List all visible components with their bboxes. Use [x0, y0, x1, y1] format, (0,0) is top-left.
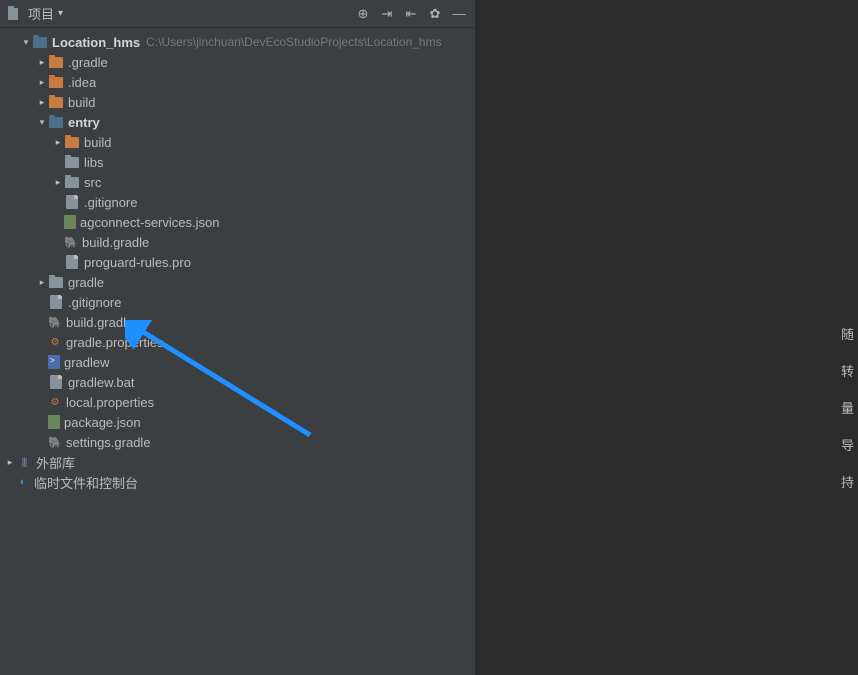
tree-item-label: libs: [84, 155, 104, 170]
tree-item-label: .gradle: [68, 55, 108, 70]
tree-item[interactable]: build.gradle: [0, 312, 475, 332]
rail-item[interactable]: 导: [841, 435, 854, 454]
tree-item[interactable]: build: [0, 92, 475, 112]
external-libs-label: 外部库: [36, 453, 75, 472]
tree-item-label: build: [84, 135, 111, 150]
tree-item-label: gradle.properties: [66, 335, 164, 350]
tree-item-label: local.properties: [66, 395, 154, 410]
tree-item-label: .gitignore: [84, 195, 137, 210]
tree-item-label: gradle: [68, 275, 104, 290]
gear-icon[interactable]: ✿: [427, 6, 443, 22]
gradle-icon-icon: [48, 435, 62, 449]
tree-item-label: package.json: [64, 415, 141, 430]
gradle-icon-icon: [48, 315, 62, 329]
tree-item[interactable]: gradle: [0, 272, 475, 292]
collapse-icon[interactable]: ⇤: [403, 6, 419, 22]
tree-item-label: .idea: [68, 75, 96, 90]
tree-item-label: build.gradle: [66, 315, 133, 330]
tree-root[interactable]: Location_hms C:\Users\jinchuan\DevEcoStu…: [0, 32, 475, 52]
hide-icon[interactable]: —: [451, 6, 467, 22]
tree-item[interactable]: local.properties: [0, 392, 475, 412]
rail-item[interactable]: 随: [841, 324, 854, 343]
tree-item[interactable]: gradle.properties: [0, 332, 475, 352]
tree-item[interactable]: settings.gradle: [0, 432, 475, 452]
panel-title: 项目: [28, 4, 54, 23]
tree-item-label: settings.gradle: [66, 435, 151, 450]
chevron-right-icon[interactable]: [36, 57, 48, 68]
tree-item[interactable]: .idea: [0, 72, 475, 92]
library-icon: [16, 454, 32, 470]
file-generic-icon: [64, 254, 80, 270]
chevron-right-icon[interactable]: [36, 77, 48, 88]
file-generic-icon: [48, 374, 64, 390]
prop-icon-icon: [48, 335, 62, 349]
tree-item[interactable]: entry: [0, 112, 475, 132]
panel-header: 项目 ▾ ⊕ ⇥ ⇤ ✿ —: [0, 0, 475, 28]
tree-item[interactable]: .gitignore: [0, 192, 475, 212]
tree-item-label: build.gradle: [82, 235, 149, 250]
chevron-right-icon[interactable]: [36, 97, 48, 108]
tree-item-label: agconnect-services.json: [80, 215, 219, 230]
tree-item[interactable]: src: [0, 172, 475, 192]
scratches-consoles[interactable]: 临时文件和控制台: [0, 472, 475, 492]
editor-area: [476, 0, 858, 675]
folder-grey-icon: [64, 174, 80, 190]
project-folder-icon: [32, 34, 48, 50]
project-name: Location_hms: [52, 35, 140, 50]
chevron-right-icon[interactable]: [36, 277, 48, 288]
right-toolbar: 随 转 量 导 持: [837, 320, 858, 495]
chevron-right-icon[interactable]: [52, 137, 64, 148]
project-panel: 项目 ▾ ⊕ ⇥ ⇤ ✿ — Location_hms C:\Users\jin…: [0, 0, 476, 675]
tree-item[interactable]: .gitignore: [0, 292, 475, 312]
external-libraries[interactable]: 外部库: [0, 452, 475, 472]
project-path: C:\Users\jinchuan\DevEcoStudioProjects\L…: [146, 35, 441, 49]
tree-item-label: entry: [68, 115, 100, 130]
tree-item-label: gradlew.bat: [68, 375, 135, 390]
file-generic-icon: [64, 194, 80, 210]
tree-item-label: gradlew: [64, 355, 110, 370]
rail-item[interactable]: 量: [841, 398, 854, 417]
chevron-down-icon[interactable]: [20, 37, 32, 48]
tree-item-label: build: [68, 95, 95, 110]
dropdown-icon[interactable]: ▾: [58, 8, 63, 19]
chevron-right-icon[interactable]: [4, 457, 16, 468]
folder-grey-icon: [64, 154, 80, 170]
chevron-down-icon[interactable]: [36, 117, 48, 128]
tree-item[interactable]: gradlew: [0, 352, 475, 372]
expand-icon[interactable]: ⇥: [379, 6, 395, 22]
json-icon-icon: [64, 215, 76, 229]
scratch-icon: [16, 475, 30, 489]
tree-item[interactable]: build.gradle: [0, 232, 475, 252]
folder-orange-icon: [64, 134, 80, 150]
folder-orange-icon: [48, 54, 64, 70]
tree-item[interactable]: package.json: [0, 412, 475, 432]
tree-item[interactable]: build: [0, 132, 475, 152]
gradle-icon-icon: [64, 235, 78, 249]
tree-item-label: .gitignore: [68, 295, 121, 310]
tree-item[interactable]: libs: [0, 152, 475, 172]
tree-item[interactable]: agconnect-services.json: [0, 212, 475, 232]
tree-item-label: proguard-rules.pro: [84, 255, 191, 270]
json-icon-icon: [48, 415, 60, 429]
scratches-label: 临时文件和控制台: [34, 473, 138, 492]
tree-item[interactable]: gradlew.bat: [0, 372, 475, 392]
tree-item[interactable]: proguard-rules.pro: [0, 252, 475, 272]
folder-grey-icon: [48, 274, 64, 290]
prop-icon-icon: [48, 395, 62, 409]
project-tree[interactable]: Location_hms C:\Users\jinchuan\DevEcoStu…: [0, 28, 475, 675]
folder-orange-icon: [48, 74, 64, 90]
locate-icon[interactable]: ⊕: [355, 6, 371, 22]
chevron-right-icon[interactable]: [52, 177, 64, 188]
folder-orange-icon: [48, 94, 64, 110]
rail-item[interactable]: 转: [841, 361, 854, 380]
file-generic-icon: [48, 294, 64, 310]
rail-item[interactable]: 持: [841, 472, 854, 491]
tree-item[interactable]: .gradle: [0, 52, 475, 72]
tree-item-label: src: [84, 175, 101, 190]
folder-module-icon: [48, 114, 64, 130]
sh-icon-icon: [48, 355, 60, 369]
project-icon: [8, 6, 24, 22]
